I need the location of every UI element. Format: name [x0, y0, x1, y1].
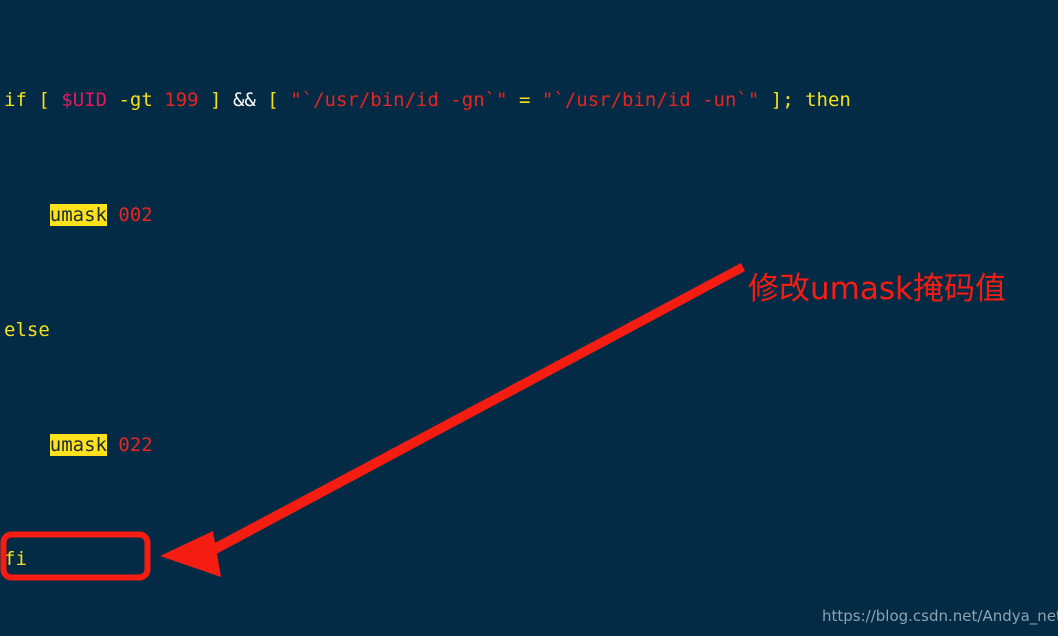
search-highlight: umask: [49, 433, 107, 456]
code-line: umask 002: [49, 203, 153, 226]
screenshot-root: if [ $UID -gt 199 ] && [ "`/usr/bin/id -…: [0, 0, 1058, 636]
code-line: if [ $UID -gt 199 ] && [ "`/usr/bin/id -…: [4, 89, 851, 112]
annotation-note: 修改umask掩码值: [748, 271, 1006, 307]
watermark: https://blog.csdn.net/Andya_net: [822, 607, 1058, 625]
code-line: umask 022: [49, 433, 153, 456]
code-view[interactable]: if [ $UID -gt 199 ] && [ "`/usr/bin/id -…: [0, 0, 1058, 636]
code-line: else: [4, 318, 50, 341]
search-highlight: umask: [49, 203, 107, 226]
code-line: fi: [4, 548, 27, 571]
